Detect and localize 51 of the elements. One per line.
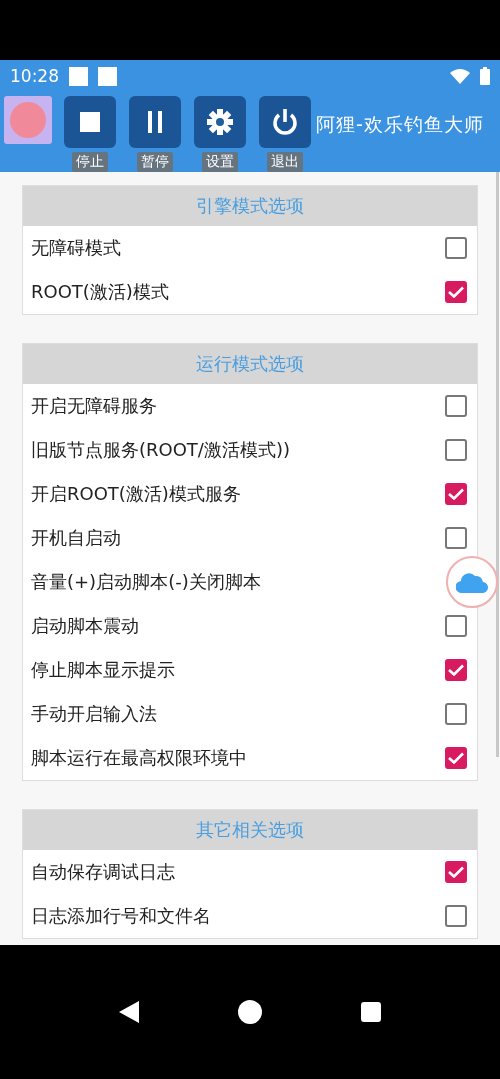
notification-icon	[98, 66, 117, 86]
checkbox[interactable]	[445, 439, 467, 461]
option-label: 日志添加行号和文件名	[31, 904, 212, 928]
cloud-icon	[456, 571, 488, 593]
app-logo	[4, 96, 52, 144]
checkbox[interactable]	[445, 659, 467, 681]
option-label: 音量(+)启动脚本(-)关闭脚本	[31, 570, 262, 594]
back-button[interactable]	[119, 1001, 140, 1023]
option-label: 开启无障碍服务	[31, 394, 158, 418]
back-icon	[119, 1001, 140, 1023]
checkbox[interactable]	[445, 527, 467, 549]
section-header: 引擎模式选项	[23, 186, 477, 226]
settings-icon	[204, 106, 236, 138]
checkbox[interactable]	[445, 905, 467, 927]
button-label: 设置	[202, 152, 238, 172]
option-label: ROOT(激活)模式	[31, 280, 170, 304]
home-icon	[238, 1000, 262, 1024]
section-header: 运行模式选项	[23, 344, 477, 384]
checkbox[interactable]	[445, 861, 467, 883]
option-label: 启动脚本震动	[31, 614, 140, 638]
recents-icon	[360, 1002, 381, 1022]
notification-icon	[69, 66, 88, 86]
checkbox[interactable]	[445, 281, 467, 303]
option-label: 脚本运行在最高权限环境中	[31, 746, 248, 770]
recents-button[interactable]	[360, 1002, 381, 1022]
option-label: 开机自启动	[31, 526, 122, 550]
option-label: 停止脚本显示提示	[31, 658, 176, 682]
option-label: 无障碍模式	[31, 236, 122, 260]
app-title: 阿狸-欢乐钓鱼大师	[316, 112, 484, 137]
button-label: 退出	[267, 152, 303, 172]
button-label: 停止	[72, 152, 108, 172]
section-header: 其它相关选项	[23, 810, 477, 850]
checkbox[interactable]	[445, 483, 467, 505]
pause-button[interactable]	[129, 96, 181, 148]
option-label: 开启ROOT(激活)模式服务	[31, 482, 242, 506]
checkbox[interactable]	[445, 747, 467, 769]
option-label: 手动开启输入法	[31, 702, 158, 726]
home-button[interactable]	[238, 1000, 262, 1024]
wifi-icon	[450, 68, 470, 84]
button-label: 暂停	[137, 152, 173, 172]
settings-button[interactable]	[194, 96, 246, 148]
status-time: 10:28	[10, 66, 59, 86]
battery-icon	[480, 67, 490, 85]
checkbox[interactable]	[445, 237, 467, 259]
checkbox[interactable]	[445, 615, 467, 637]
stop-button[interactable]	[64, 96, 116, 148]
option-label: 旧版节点服务(ROOT/激活模式))	[31, 438, 291, 462]
checkbox[interactable]	[445, 395, 467, 417]
exit-button[interactable]	[259, 96, 311, 148]
option-label: 自动保存调试日志	[31, 860, 176, 884]
checkbox[interactable]	[445, 703, 467, 725]
